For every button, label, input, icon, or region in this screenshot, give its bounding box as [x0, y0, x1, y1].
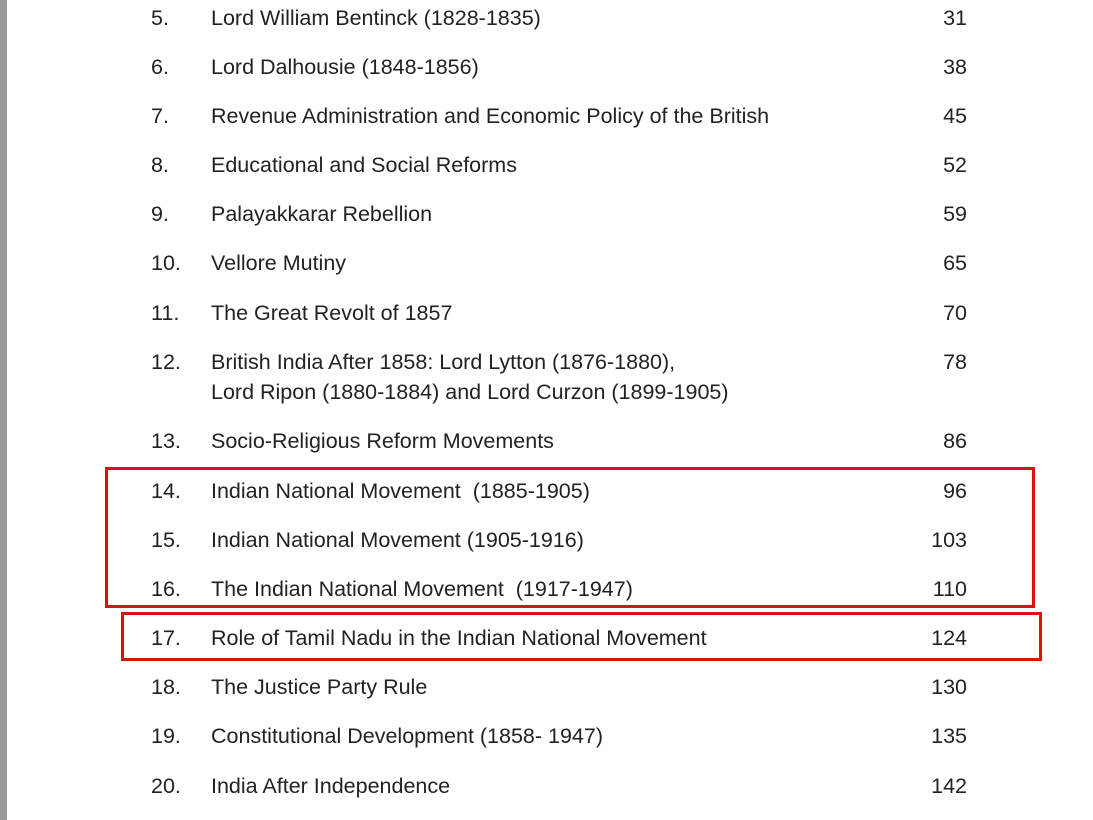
toc-entry-title-line-2: Lord Ripon (1880-1884) and Lord Curzon (…: [211, 380, 729, 404]
toc-entry-title: British India After 1858: Lord Lytton (1…: [211, 347, 729, 407]
toc-entry-number: 12.: [151, 350, 181, 374]
toc-entry-title-line-1: British India After 1858: Lord Lytton (1…: [211, 350, 676, 374]
toc-entry-number: 13.: [151, 429, 181, 453]
toc-entry-page: 86: [943, 429, 967, 453]
toc-entry-page: 70: [943, 301, 967, 325]
toc-entry-title: India After Independence: [211, 774, 451, 798]
toc-entry-title: Revenue Administration and Economic Poli…: [211, 104, 770, 128]
toc-entry-number: 6.: [151, 55, 169, 79]
highlight-box-chapter-17: [121, 612, 1042, 661]
toc-entry-page: 31: [943, 6, 967, 30]
toc-entry-title: Constitutional Development (1858- 1947): [211, 724, 604, 748]
toc-entry-page: 59: [943, 202, 967, 226]
toc-entry-title: The Great Revolt of 1857: [211, 301, 453, 325]
toc-entry-number: 10.: [151, 251, 181, 275]
toc-entry-page: 65: [943, 251, 967, 275]
toc-entry-number: 18.: [151, 675, 181, 699]
toc-entry-title: Palayakkarar Rebellion: [211, 202, 433, 226]
toc-entry-title: The Justice Party Rule: [211, 675, 428, 699]
toc-entry-number: 11.: [151, 301, 180, 325]
scrollbar-track[interactable]: [0, 0, 7, 820]
toc-entry-page: 130: [931, 675, 967, 699]
toc-entry-title: Socio-Religious Reform Movements: [211, 429, 554, 453]
toc-entry-title: Lord Dalhousie (1848-1856): [211, 55, 479, 79]
toc-entry-page: 52: [943, 153, 967, 177]
toc-entry-number: 8.: [151, 153, 169, 177]
highlight-box-chapters-14-16: [105, 467, 1035, 608]
document-page: 5. Lord William Bentinck (1828-1835) 31 …: [0, 0, 1093, 820]
toc-entry-page: 135: [931, 724, 967, 748]
toc-entry-number: 9.: [151, 202, 169, 226]
toc-entry-page: 142: [931, 774, 967, 798]
toc-entry-title: Lord William Bentinck (1828-1835): [211, 6, 541, 30]
toc-entry-number: 5.: [151, 6, 169, 30]
toc-entry-page: 45: [943, 104, 967, 128]
toc-entry-number: 7.: [151, 104, 169, 128]
toc-entry-title: Vellore Mutiny: [211, 251, 347, 275]
toc-entry-number: 19.: [151, 724, 181, 748]
toc-entry-number: 20.: [151, 774, 181, 798]
toc-entry-title: Educational and Social Reforms: [211, 153, 517, 177]
toc-entry-page: 38: [943, 55, 967, 79]
toc-entry-page: 78: [943, 350, 967, 374]
